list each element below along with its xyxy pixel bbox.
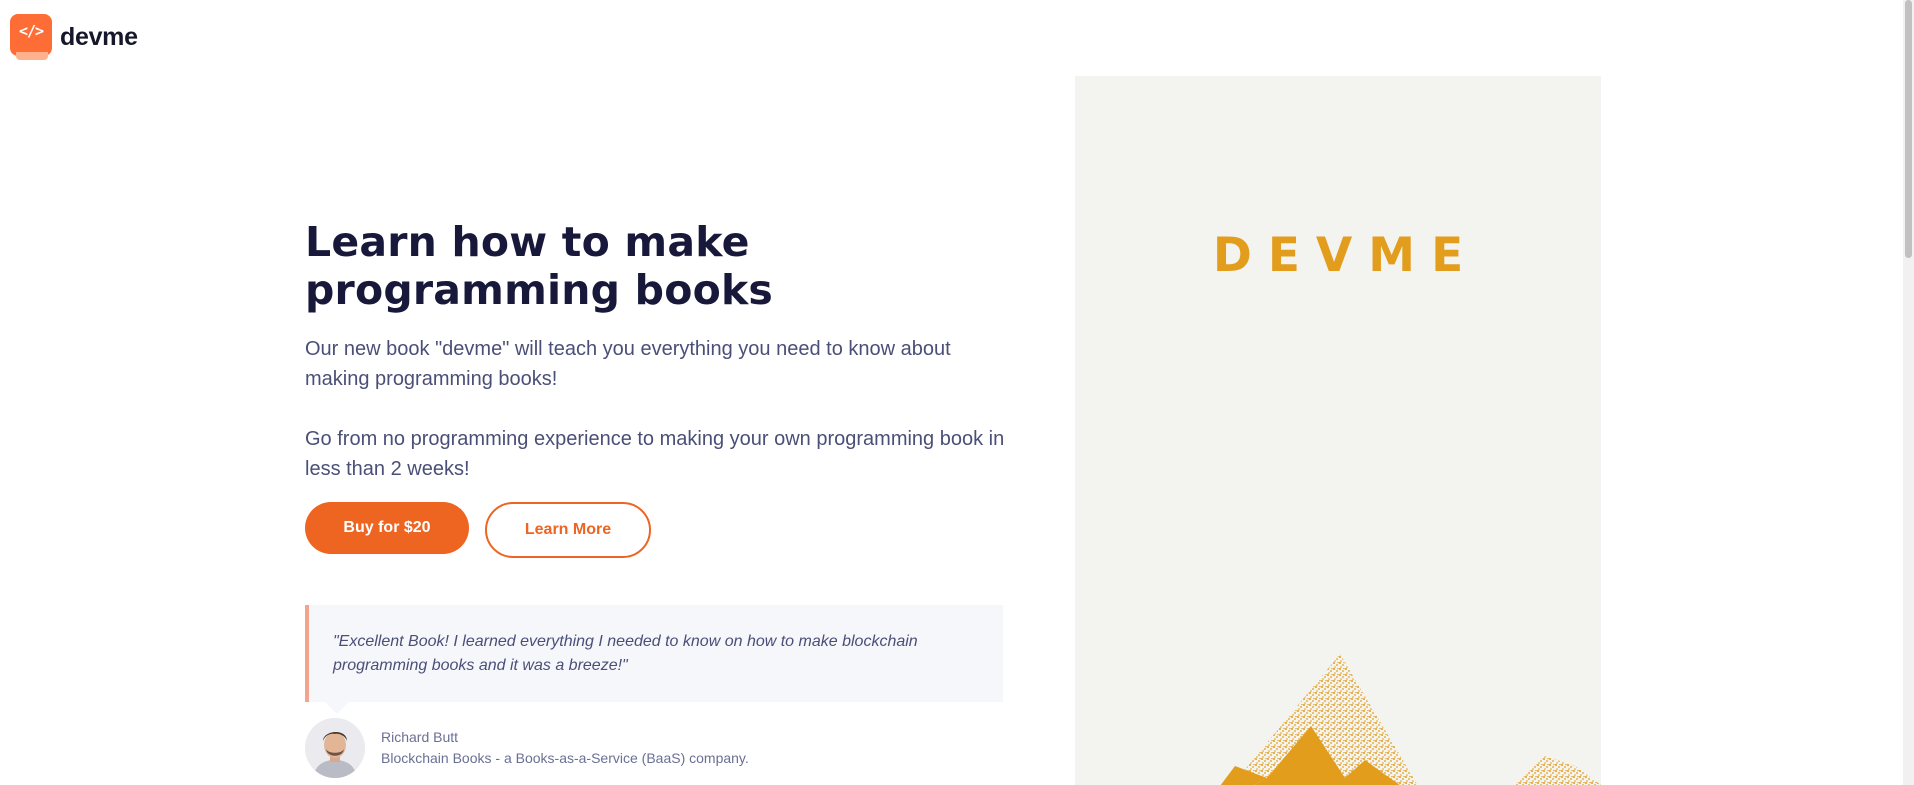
mountain-illustration bbox=[1220, 654, 1601, 785]
brand-name: devme bbox=[60, 22, 138, 51]
author-name: Richard Butt bbox=[381, 729, 459, 745]
author-meta: Richard Butt Blockchain Books - a Books-… bbox=[381, 727, 749, 769]
quote-tail bbox=[325, 702, 349, 714]
logo-link[interactable]: </> devme bbox=[10, 14, 138, 60]
hero-subdescription: Go from no programming experience to mak… bbox=[305, 428, 1005, 480]
scrollbar-thumb[interactable] bbox=[1905, 0, 1912, 258]
book-cover: DEVME bbox=[1075, 76, 1601, 785]
author-role: Blockchain Books - a Books-as-a-Service … bbox=[381, 750, 749, 766]
buy-button[interactable]: Buy for $20 bbox=[305, 502, 469, 554]
hero-description: Our new book "devme" will teach you ever… bbox=[305, 338, 951, 390]
book-code-icon: </> bbox=[10, 14, 52, 60]
testimonial-author: Richard Butt Blockchain Books - a Books-… bbox=[305, 718, 749, 778]
page-scrollbar[interactable] bbox=[1903, 0, 1914, 785]
hero-actions: Buy for $20 Learn More bbox=[305, 502, 651, 558]
cover-title: DEVME bbox=[1212, 228, 1480, 283]
testimonial-quote: "Excellent Book! I learned everything I … bbox=[305, 605, 1003, 702]
learn-more-button[interactable]: Learn More bbox=[485, 502, 651, 558]
testimonial-text: "Excellent Book! I learned everything I … bbox=[333, 633, 918, 674]
hero-title: Learn how to make programming books bbox=[305, 218, 774, 314]
author-avatar bbox=[305, 718, 365, 778]
hero-copy: Learn how to make programming books Our … bbox=[305, 218, 1005, 484]
